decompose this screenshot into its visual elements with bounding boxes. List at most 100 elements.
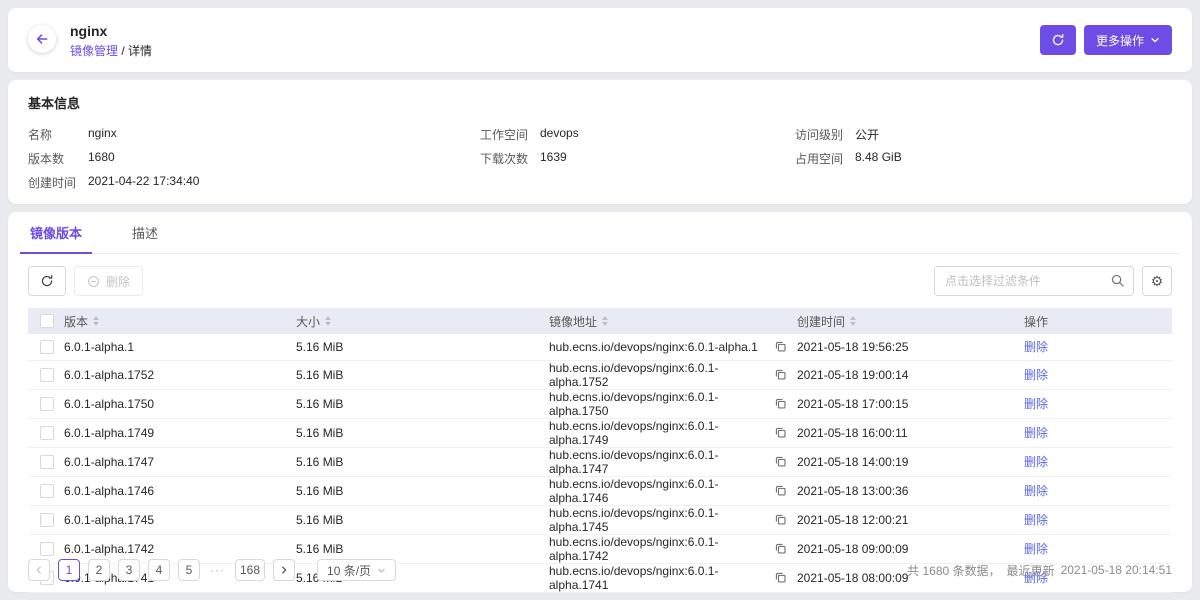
arrow-left-icon <box>35 32 49 46</box>
total-count-text: 共 1680 条数据， <box>907 562 1000 579</box>
info-value: 公开 <box>855 126 879 143</box>
cell-created-time: 2021-05-18 17:00:15 <box>797 389 1024 418</box>
more-actions-button[interactable]: 更多操作 <box>1084 25 1172 55</box>
info-value: 1680 <box>88 150 115 164</box>
info-label: 占用空间 <box>795 150 855 167</box>
cell-image-address: hub.ecns.io/devops/nginx:6.0.1-alpha.174… <box>549 448 774 476</box>
chevron-down-icon <box>1150 35 1160 45</box>
copy-icon[interactable] <box>774 397 787 410</box>
sort-icon[interactable] <box>325 316 331 326</box>
cell-version: 6.0.1-alpha.1746 <box>64 476 296 505</box>
cell-size: 5.16 MiB <box>296 360 549 389</box>
info-label: 访问级别 <box>795 126 855 143</box>
row-checkbox[interactable] <box>40 340 54 354</box>
tab-image-versions[interactable]: 镜像版本 <box>20 212 92 253</box>
delete-row-link[interactable]: 删除 <box>1024 340 1048 354</box>
gear-icon: ⚙ <box>1151 274 1164 288</box>
back-button[interactable] <box>28 25 56 53</box>
info-row: 占用空间 8.48 GiB <box>795 150 1172 174</box>
cell-created-time: 2021-05-18 16:00:11 <box>797 418 1024 447</box>
header-actions: 更多操作 <box>1040 25 1172 55</box>
row-checkbox[interactable] <box>40 368 54 382</box>
row-checkbox[interactable] <box>40 426 54 440</box>
row-checkbox[interactable] <box>40 455 54 469</box>
info-value: devops <box>540 126 579 140</box>
page-size-select[interactable]: 10 条/页 <box>317 559 396 581</box>
info-value: 1639 <box>540 150 567 164</box>
basic-info-grid: 名称 nginx 版本数 1680 创建时间 2021-04-22 17:34:… <box>20 126 1180 198</box>
page-button-5[interactable]: 5 <box>178 559 200 581</box>
cell-version: 6.0.1-alpha.1745 <box>64 505 296 534</box>
refresh-table-button[interactable] <box>28 266 66 296</box>
tab-description[interactable]: 描述 <box>122 212 168 253</box>
copy-icon[interactable] <box>774 455 787 468</box>
delete-selected-label: 删除 <box>106 273 130 290</box>
search-icon[interactable] <box>1110 273 1125 293</box>
breadcrumb: 镜像管理 / 详情 <box>70 45 152 57</box>
page-button-3[interactable]: 3 <box>118 559 140 581</box>
page-button-4[interactable]: 4 <box>148 559 170 581</box>
chevron-right-icon <box>279 565 289 575</box>
chevron-left-icon <box>34 565 44 575</box>
cell-version: 6.0.1-alpha.1749 <box>64 418 296 447</box>
more-actions-label: 更多操作 <box>1096 32 1144 49</box>
table-row: 6.0.1-alpha.1745 5.16 MiB hub.ecns.io/de… <box>28 505 1172 534</box>
info-column-1: 名称 nginx 版本数 1680 创建时间 2021-04-22 17:34:… <box>28 126 480 198</box>
page-button-last[interactable]: 168 <box>235 559 265 581</box>
info-label: 工作空间 <box>480 126 540 143</box>
select-all-checkbox[interactable] <box>40 314 54 328</box>
table-row: 6.0.1-alpha.1752 5.16 MiB hub.ecns.io/de… <box>28 360 1172 389</box>
delete-row-link[interactable]: 删除 <box>1024 426 1048 440</box>
cell-created-time: 2021-05-18 13:00:36 <box>797 476 1024 505</box>
copy-icon[interactable] <box>774 340 787 353</box>
breadcrumb-link[interactable]: 镜像管理 <box>70 44 118 58</box>
delete-row-link[interactable]: 删除 <box>1024 397 1048 411</box>
table-settings-button[interactable]: ⚙ <box>1142 266 1172 296</box>
next-page-button[interactable] <box>273 559 295 581</box>
cell-created-time: 2021-05-18 19:00:14 <box>797 360 1024 389</box>
sort-icon[interactable] <box>850 316 856 326</box>
page-button-1[interactable]: 1 <box>58 559 80 581</box>
info-row: 下载次数 1639 <box>480 150 795 174</box>
pagination: 1 2 3 4 5 ··· 168 10 条/页 <box>28 559 396 581</box>
delete-row-link[interactable]: 删除 <box>1024 455 1048 469</box>
cell-size: 5.16 MiB <box>296 389 549 418</box>
cell-size: 5.16 MiB <box>296 334 549 360</box>
cell-image-address: hub.ecns.io/devops/nginx:6.0.1-alpha.174… <box>549 419 774 447</box>
header-left: nginx 镜像管理 / 详情 <box>28 24 152 57</box>
main-card: 镜像版本 描述 删除 <box>8 212 1192 592</box>
filter-input[interactable] <box>934 266 1134 296</box>
column-header-size: 大小 <box>296 313 320 330</box>
breadcrumb-current: 详情 <box>128 44 152 58</box>
sort-icon[interactable] <box>93 316 99 326</box>
delete-row-link[interactable]: 删除 <box>1024 368 1048 382</box>
delete-row-link[interactable]: 删除 <box>1024 484 1048 498</box>
basic-info-card: 基本信息 名称 nginx 版本数 1680 创建时间 <box>8 80 1192 204</box>
copy-icon[interactable] <box>774 513 787 526</box>
table-footer: 1 2 3 4 5 ··· 168 10 条/页 <box>20 550 1180 592</box>
prev-page-button[interactable] <box>28 559 50 581</box>
copy-icon[interactable] <box>774 368 787 381</box>
table-row: 6.0.1-alpha.1 5.16 MiB hub.ecns.io/devop… <box>28 334 1172 360</box>
info-column-2: 工作空间 devops 下载次数 1639 <box>480 126 795 198</box>
sort-icon[interactable] <box>602 316 608 326</box>
refresh-icon <box>1051 33 1065 47</box>
row-checkbox[interactable] <box>40 513 54 527</box>
info-row: 版本数 1680 <box>28 150 480 174</box>
last-updated-label: 最近更新 <box>1007 562 1055 579</box>
page-button-2[interactable]: 2 <box>88 559 110 581</box>
copy-icon[interactable] <box>774 426 787 439</box>
row-checkbox[interactable] <box>40 397 54 411</box>
copy-icon[interactable] <box>774 484 787 497</box>
row-checkbox[interactable] <box>40 484 54 498</box>
last-updated-time: 2021-05-18 20:14:51 <box>1061 563 1172 577</box>
delete-selected-button[interactable]: 删除 <box>74 266 143 296</box>
title-block: nginx 镜像管理 / 详情 <box>70 24 152 57</box>
page-title: nginx <box>70 24 152 38</box>
table-row: 6.0.1-alpha.1750 5.16 MiB hub.ecns.io/de… <box>28 389 1172 418</box>
refresh-page-button[interactable] <box>1040 25 1076 55</box>
cell-image-address: hub.ecns.io/devops/nginx:6.0.1-alpha.175… <box>549 390 774 418</box>
pagination-ellipsis: ··· <box>208 563 227 577</box>
delete-row-link[interactable]: 删除 <box>1024 513 1048 527</box>
minus-circle-icon <box>87 275 100 288</box>
